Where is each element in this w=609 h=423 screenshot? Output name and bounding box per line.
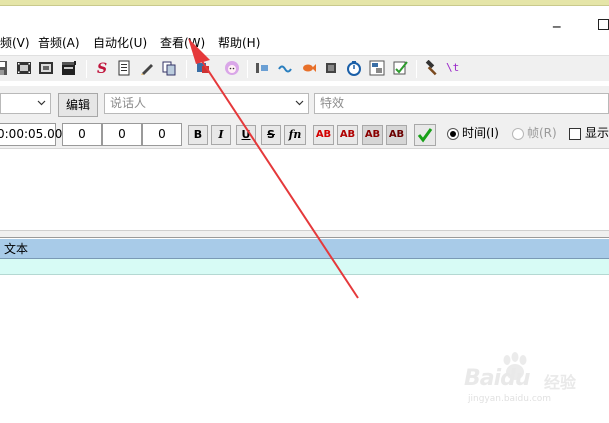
watermark-brand: Baidu (464, 366, 531, 391)
svg-text:S: S (97, 61, 107, 76)
actor-placeholder: 说话人 (110, 96, 147, 110)
actor-combo[interactable]: 说话人 (104, 93, 309, 114)
frame-radio[interactable] (512, 128, 524, 140)
wave-icon[interactable] (278, 60, 294, 76)
end-time-field[interactable]: 0:00:05.00 (0, 123, 62, 146)
video-icon[interactable] (38, 60, 54, 76)
pane-splitter[interactable] (0, 230, 609, 238)
font-button[interactable]: fn (284, 125, 306, 145)
italic-button[interactable]: I (211, 125, 231, 145)
style-combo[interactable] (0, 93, 51, 114)
shadow-color-button[interactable]: AB (386, 125, 407, 145)
subtitle-text-editor[interactable] (0, 148, 609, 230)
frame-radio-label: 帧(R) (527, 126, 557, 140)
secondary-color-button[interactable]: AB (337, 125, 358, 145)
show-original-checkbox[interactable] (569, 128, 581, 140)
show-original-label: 显示 (585, 126, 609, 140)
menu-automation[interactable]: 自动化(U) (93, 36, 147, 51)
watermark-url: jingyan.baidu.com (468, 394, 552, 404)
automation-icon-label: \t (446, 61, 460, 74)
document-icon[interactable] (116, 60, 132, 76)
keyframe-icon[interactable] (254, 60, 270, 76)
check-icon (417, 128, 433, 143)
toolbar-separator (186, 60, 187, 78)
film-icon[interactable] (16, 60, 32, 76)
table-row[interactable] (0, 259, 609, 275)
automation-icon[interactable]: \t (446, 60, 466, 76)
clapperboard-icon[interactable] (61, 60, 77, 76)
toolbar-separator (86, 60, 87, 78)
toolbar-separator (416, 60, 417, 78)
commit-button[interactable] (414, 124, 436, 146)
pencil-icon[interactable] (139, 60, 155, 76)
outline-color-button[interactable]: AB (362, 125, 383, 145)
save-icon[interactable] (0, 60, 8, 76)
primary-color-button[interactable]: AB (313, 125, 334, 145)
title-bar: _ (0, 6, 609, 32)
time-radio-label: 时间(I) (462, 126, 499, 140)
stop-icon[interactable] (323, 60, 339, 76)
translate-icon[interactable] (195, 60, 211, 76)
chevron-down-icon (295, 100, 304, 106)
underline-button[interactable]: U (236, 125, 256, 145)
character-icon[interactable] (224, 60, 240, 76)
fish-icon[interactable] (301, 60, 317, 76)
strikeout-button[interactable]: S (261, 125, 281, 145)
toolbar: S \t (0, 55, 609, 81)
watermark-suffix: 经验 (544, 373, 577, 392)
time-radio[interactable] (447, 128, 459, 140)
margin-left-field[interactable]: 0 (62, 123, 102, 146)
spell-check-icon[interactable]: S (94, 60, 110, 76)
menu-bar: 频(V) 音频(A) 自动化(U) 查看(W) 帮助(H) (0, 34, 609, 53)
toolbar-separator (247, 60, 248, 78)
menu-help[interactable]: 帮助(H) (218, 36, 260, 51)
watermark: Baidu 经验 jingyan.baidu.com (464, 352, 594, 412)
subtitle-grid-header: 文本 (0, 239, 609, 259)
menu-audio[interactable]: 音频(A) (38, 36, 80, 51)
margin-right-field[interactable]: 0 (102, 123, 142, 146)
timer-icon[interactable] (346, 60, 362, 76)
copy-icon[interactable] (161, 60, 177, 76)
kanji-icon[interactable] (369, 60, 385, 76)
checklist-icon[interactable] (392, 60, 408, 76)
margin-vertical-field[interactable]: 0 (142, 123, 182, 146)
bold-button[interactable]: B (188, 125, 208, 145)
menu-video[interactable]: 频(V) (0, 36, 30, 51)
chevron-down-icon (37, 100, 46, 106)
edit-style-button[interactable]: 编辑 (58, 93, 98, 117)
grid-column-text[interactable]: 文本 (4, 242, 28, 256)
effect-placeholder: 特效 (320, 96, 345, 110)
maximize-button[interactable] (598, 19, 609, 30)
menu-view[interactable]: 查看(W) (160, 36, 205, 51)
minimize-button[interactable]: _ (553, 12, 561, 27)
effect-field[interactable]: 特效 (314, 93, 609, 114)
hammer-icon[interactable] (424, 60, 440, 76)
